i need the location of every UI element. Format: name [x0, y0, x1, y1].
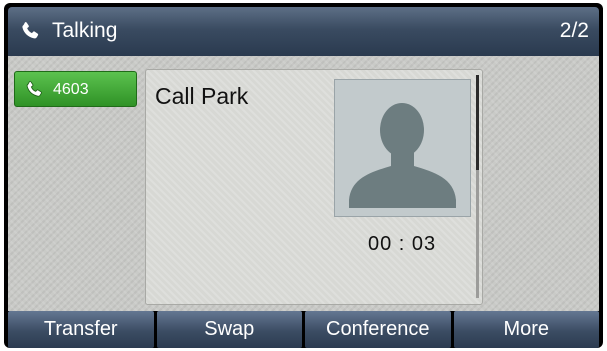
scrollbar-thumb[interactable] [476, 75, 479, 170]
call-count-indicator: 2/2 [559, 19, 589, 42]
call-display-area: 4603 Call Park 00 : 03 [8, 56, 599, 311]
call-list-scrollbar[interactable] [476, 75, 479, 298]
line-key-4603[interactable]: 4603 [14, 71, 137, 107]
swap-softkey[interactable]: Swap [156, 311, 302, 348]
caller-name: Call Park [155, 83, 249, 109]
conference-softkey[interactable]: Conference [305, 311, 451, 348]
call-status-title: Talking [52, 19, 118, 42]
phone-handset-icon [22, 22, 39, 39]
more-softkey[interactable]: More [453, 311, 599, 348]
active-call-card[interactable]: Call Park 00 : 03 [145, 69, 483, 305]
status-title-bar: Talking 2/2 [8, 7, 599, 56]
phone-handset-icon [26, 80, 42, 97]
person-silhouette-icon [349, 103, 456, 208]
softkey-bar: Transfer Swap Conference More [8, 311, 599, 348]
transfer-softkey[interactable]: Transfer [8, 311, 154, 348]
phone-screen: Talking 2/2 4603 Call Park 00 : 03 Trans… [4, 3, 603, 348]
contact-avatar [334, 79, 471, 217]
line-key-label: 4603 [53, 81, 89, 98]
call-duration: 00 : 03 [368, 233, 437, 255]
